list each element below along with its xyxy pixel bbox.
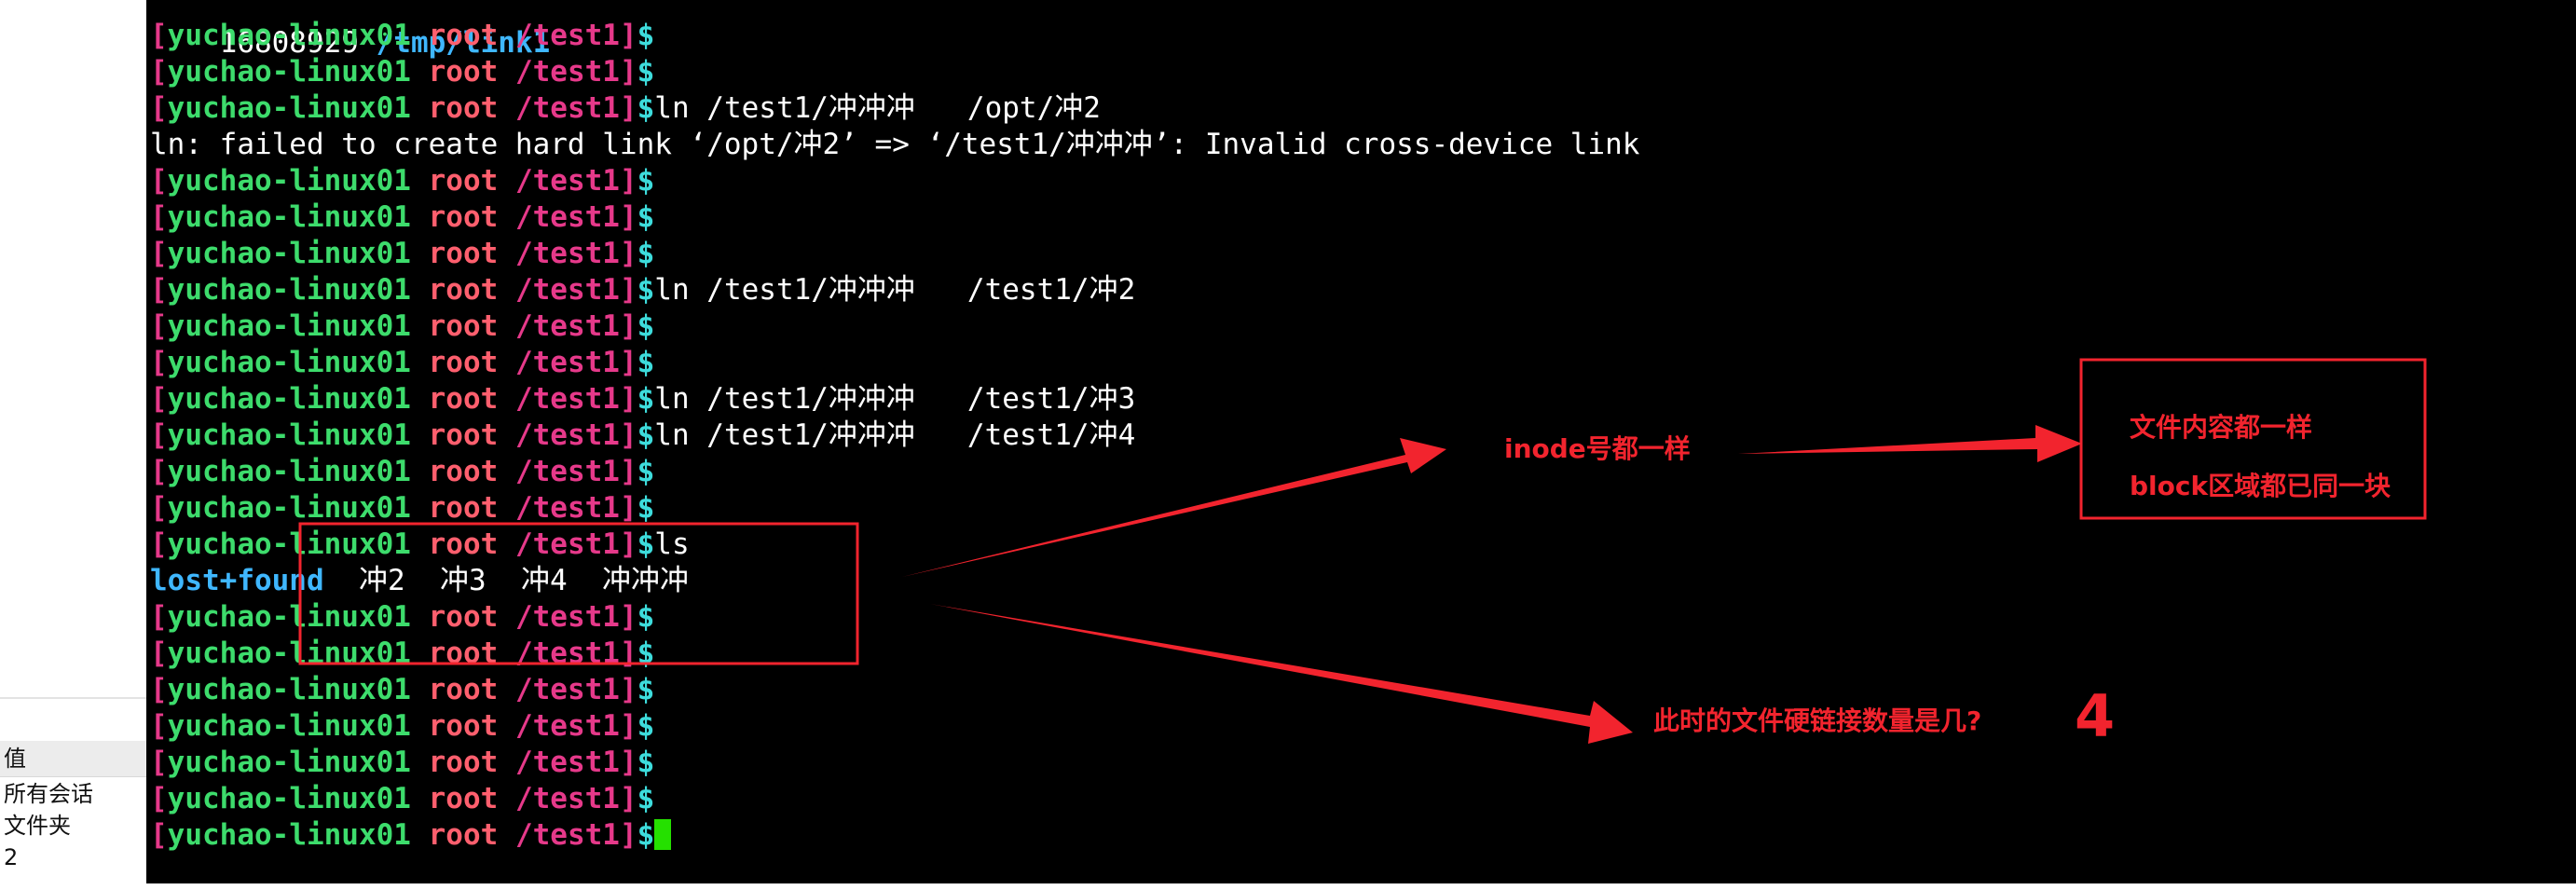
arrow-to-content-note xyxy=(1738,425,2082,462)
hard-link-question: 此时的文件硬链接数量是几? xyxy=(1653,705,1982,736)
hard-link-answer: 4 xyxy=(2075,682,2116,750)
annotation-overlay xyxy=(298,358,2427,744)
content-note-line-1: 文件内容都一样 xyxy=(2130,412,2313,443)
arrow-to-question xyxy=(930,604,1633,744)
content-note-line-2: block区域都已同一块 xyxy=(2130,471,2391,501)
ls-output-highlight-box xyxy=(298,522,859,665)
arrow-to-inode-note xyxy=(902,438,1446,577)
inode-note: inode号都一样 xyxy=(1504,433,1691,464)
